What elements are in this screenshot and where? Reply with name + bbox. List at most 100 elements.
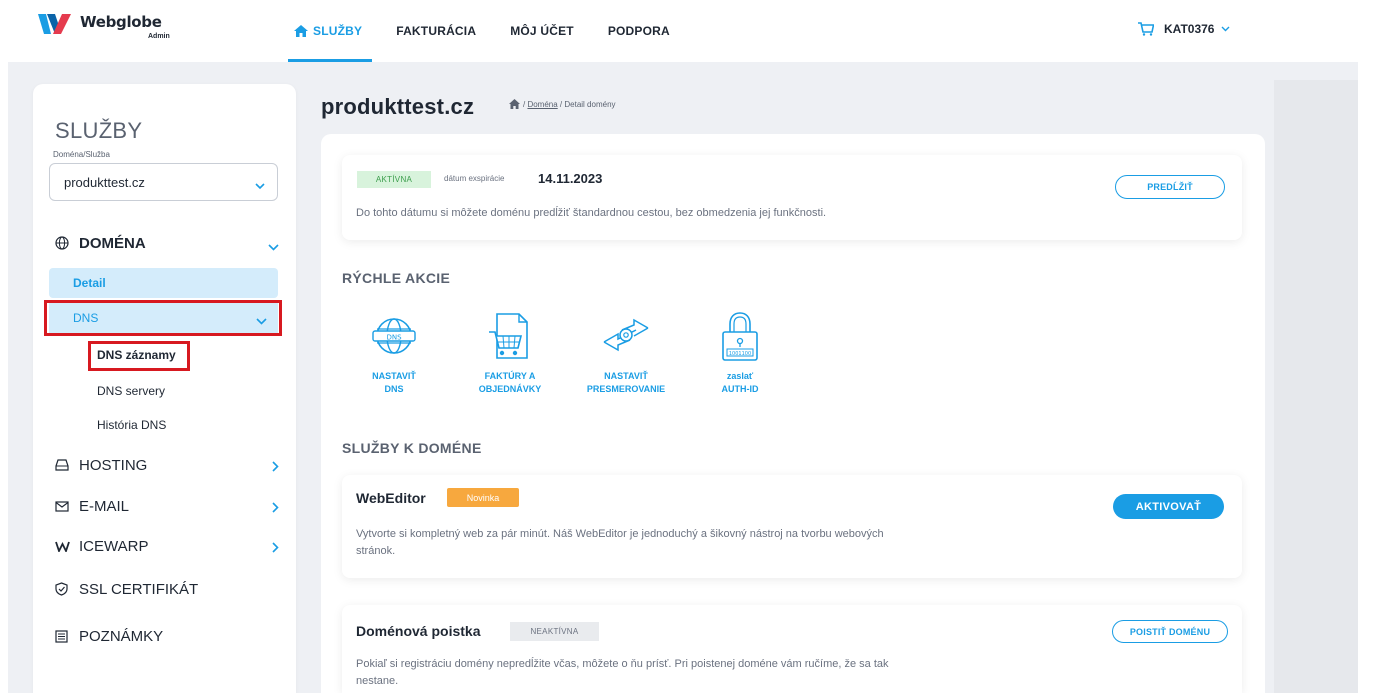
breadcrumb-link-domena[interactable]: Doména: [527, 100, 557, 109]
webeditor-title: WebEditor: [356, 490, 426, 506]
sidebar-group-poznamky[interactable]: POZNÁMKY: [55, 623, 279, 649]
nav-item-sluzby[interactable]: SLUŽBY: [287, 0, 373, 62]
quick-action-line2: DNS: [384, 384, 404, 394]
nav-item-podpora[interactable]: PODPORA: [608, 0, 670, 62]
service-select-value: produkttest.cz: [64, 174, 145, 190]
sidebar-title: SLUŽBY: [55, 118, 143, 143]
sidebar-group-icewarp[interactable]: ICEWARP: [55, 533, 279, 559]
breadcrumb: / Doména / Detail domény: [509, 99, 616, 109]
sidebar-group-label: ICEWARP: [79, 537, 149, 555]
sidebar-group-label: SSL CERTIFIKÁT: [79, 580, 199, 598]
renew-button[interactable]: PREDĹŽIŤ: [1115, 175, 1225, 199]
svg-text:1001100: 1001100: [729, 351, 751, 357]
nav-item-fakturacia[interactable]: FAKTURÁCIA: [396, 0, 476, 62]
sidebar-group-ssl[interactable]: SSL CERTIFIKÁT: [55, 576, 279, 602]
sidebar-subitem-historia-dns[interactable]: História DNS: [97, 418, 166, 432]
domain-insurance-description-line2: nestane.: [356, 675, 399, 687]
mail-icon: [55, 500, 73, 512]
cart-icon[interactable]: [1138, 22, 1154, 36]
quick-action-line2: OBJEDNÁVKY: [478, 384, 542, 394]
sidebar-group-domena[interactable]: DOMÉNA: [55, 230, 279, 256]
webeditor-description: Vytvorte si kompletný web za pár minút. …: [356, 526, 884, 560]
quick-action-line2: PRESMEROVANIE: [586, 384, 666, 394]
globe-icon: [55, 236, 73, 250]
chevron-right-icon: [272, 540, 279, 557]
quick-action-invoices-orders[interactable]: FAKTÚRY A OBJEDNÁVKY: [460, 310, 560, 396]
quick-action-line1: NASTAVIŤ: [604, 371, 648, 381]
chevron-down-icon: [1221, 26, 1230, 32]
webeditor-description-line2: stránok.: [356, 545, 396, 557]
sidebar-group-label: POZNÁMKY: [79, 627, 164, 645]
quick-action-line1: zaslať: [726, 371, 754, 381]
home-icon: [294, 25, 308, 37]
shield-icon: [55, 582, 73, 596]
quick-action-line1: FAKTÚRY A: [484, 371, 536, 381]
dns-globe-icon: DNS: [344, 310, 444, 366]
sidebar-group-label: HOSTING: [79, 456, 148, 474]
webglobe-logo[interactable]: Webglobe Admin: [38, 10, 178, 40]
webeditor-description-line1: Vytvorte si kompletný web za pár minút. …: [356, 528, 884, 540]
padlock-icon: 1001100: [690, 310, 790, 366]
highlight-box-dns-zaznamy: [88, 341, 190, 371]
breadcrumb-separator: /: [557, 99, 565, 109]
domain-status-card: [342, 155, 1242, 240]
home-icon[interactable]: [509, 99, 520, 109]
domain-insurance-description: Pokiaľ si registráciu domény nepredĺžite…: [356, 656, 889, 690]
domain-services-heading: SLUŽBY K DOMÉNE: [342, 440, 482, 456]
quick-action-label: FAKTÚRY A OBJEDNÁVKY: [460, 370, 560, 396]
sidebar-subitem-dns-servery[interactable]: DNS servery: [97, 384, 165, 398]
service-select[interactable]: produkttest.cz: [49, 163, 278, 201]
icewarp-icon: [55, 541, 73, 552]
invoice-cart-icon: [460, 310, 560, 366]
svg-text:DNS: DNS: [386, 334, 402, 342]
top-bar: Webglobe Admin SLUŽBY FAKTURÁCIA MÔJ ÚČE…: [0, 0, 1375, 62]
chevron-down-icon: [268, 238, 279, 255]
sidebar-group-label: E-MAIL: [79, 497, 130, 515]
expiration-description: Do tohto dátumu si môžete doménu predĺži…: [356, 207, 827, 219]
quick-action-label: NASTAVIŤ PRESMEROVANIE: [576, 370, 676, 396]
account-code: KAT0376: [1164, 22, 1215, 36]
breadcrumb-current: Detail domény: [564, 99, 616, 109]
quick-action-set-redirect[interactable]: NASTAVIŤ PRESMEROVANIE: [576, 310, 676, 396]
new-badge: Novinka: [447, 488, 519, 507]
server-icon: [55, 459, 73, 471]
logo-text: Webglobe: [80, 13, 162, 31]
domain-insurance-description-line1: Pokiaľ si registráciu domény nepredĺžite…: [356, 658, 889, 670]
nav-item-label: SLUŽBY: [313, 24, 363, 38]
service-select-label: Doména/Služba: [53, 150, 110, 159]
chevron-right-icon: [272, 500, 279, 517]
quick-action-label: zaslať AUTH-ID: [690, 370, 790, 396]
logo-mark-icon: [38, 14, 71, 34]
quick-action-set-dns[interactable]: DNS NASTAVIŤ DNS: [344, 310, 444, 396]
nav-item-label: PODPORA: [607, 24, 670, 38]
quick-action-send-auth-id[interactable]: 1001100 zaslať AUTH-ID: [690, 310, 790, 396]
status-badge: NEAKTÍVNA: [510, 622, 599, 641]
sidebar-group-label: DOMÉNA: [79, 234, 146, 252]
nav-item-label: FAKTURÁCIA: [396, 24, 477, 38]
main-nav: SLUŽBY FAKTURÁCIA MÔJ ÚČET PODPORA: [287, 0, 704, 62]
sidebar: SLUŽBY Doména/Služba produkttest.cz DOMÉ…: [33, 84, 296, 693]
page-title: produkttest.cz: [321, 94, 475, 119]
quick-action-label: NASTAVIŤ DNS: [344, 370, 444, 396]
right-gutter: [1274, 80, 1358, 693]
nav-item-moj-ucet[interactable]: MÔJ ÚČET: [510, 0, 574, 62]
insure-domain-button[interactable]: POISTIŤ DOMÉNU: [1112, 620, 1228, 643]
quick-action-line2: AUTH-ID: [721, 384, 759, 394]
chevron-right-icon: [272, 459, 279, 476]
domain-insurance-title: Doménová poistka: [356, 623, 481, 639]
expiration-label: dátum exspirácie: [444, 174, 505, 183]
sidebar-group-email[interactable]: E-MAIL: [55, 493, 279, 519]
quick-action-line1: NASTAVIŤ: [372, 371, 416, 381]
quick-actions-heading: RÝCHLE AKCIE: [342, 270, 451, 286]
sidebar-group-hosting[interactable]: HOSTING: [55, 452, 279, 478]
logo-subtext: Admin: [148, 33, 170, 40]
account-menu[interactable]: KAT0376: [1138, 22, 1230, 36]
nav-item-label: MÔJ ÚČET: [510, 24, 574, 38]
sidebar-item-detail[interactable]: Detail: [49, 268, 278, 298]
chevron-down-icon: [255, 178, 265, 193]
redirect-gear-icon: [576, 310, 676, 366]
notes-icon: [55, 629, 73, 643]
activate-button[interactable]: AKTIVOVAŤ: [1113, 494, 1224, 519]
highlight-box-dns: [44, 300, 282, 336]
status-badge: AKTÍVNA: [357, 171, 431, 188]
